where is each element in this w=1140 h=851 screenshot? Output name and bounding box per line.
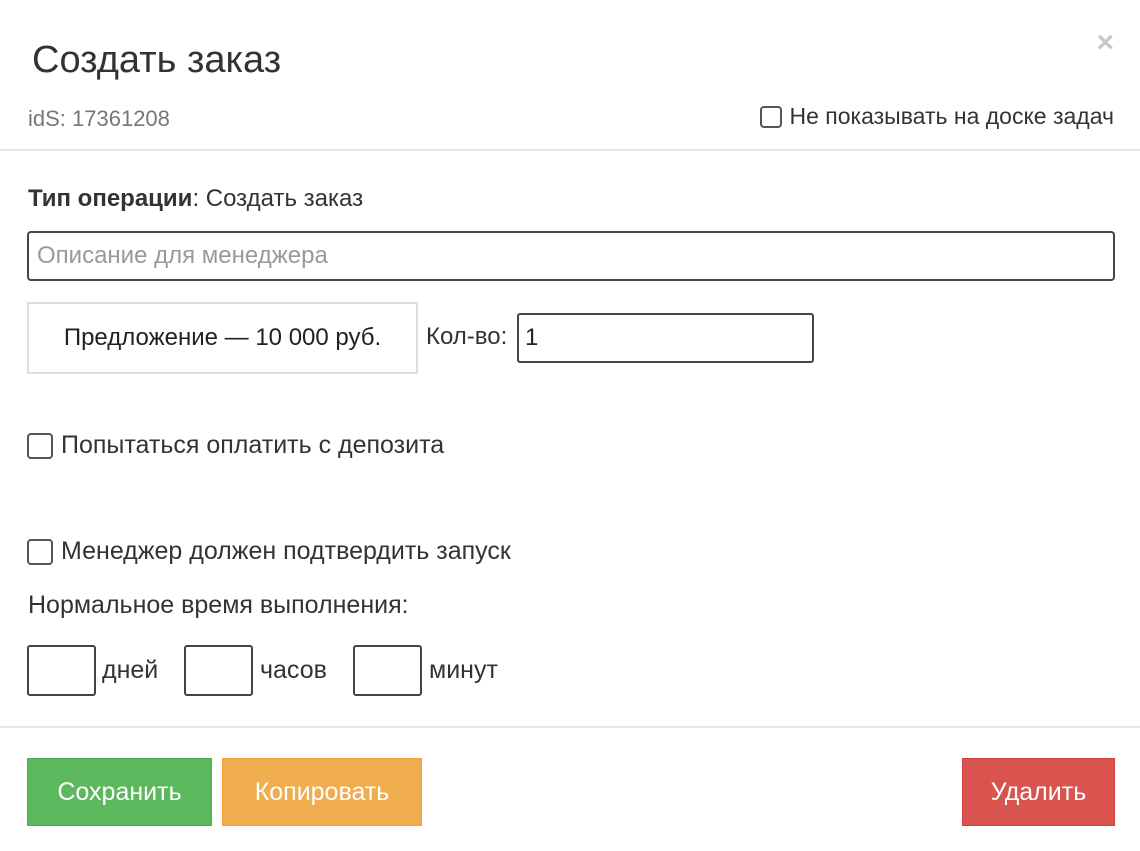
normal-time-label: Нормальное время выполнения: <box>28 591 409 619</box>
pay-from-deposit-checkbox[interactable] <box>27 432 53 459</box>
operation-type-label: Тип операции <box>28 185 193 212</box>
pay-from-deposit-option[interactable]: Попытаться оплатить с депозита <box>27 431 444 460</box>
minutes-label: минут <box>429 656 498 684</box>
hide-from-board-checkbox[interactable] <box>759 105 782 128</box>
modal-body: Тип операции: Создать заказ Предложение … <box>0 151 1140 728</box>
operation-type: Тип операции: Создать заказ <box>28 185 363 213</box>
manager-confirm-option[interactable]: Менеджер должен подтвердить запуск <box>27 537 511 566</box>
ids-label: idS: 17361208 <box>28 106 170 131</box>
operation-type-value: : Создать заказ <box>192 185 364 212</box>
minutes-input[interactable] <box>353 645 422 696</box>
pay-from-deposit-label: Попытаться оплатить с депозита <box>61 431 445 459</box>
modal-footer: Сохранить Копировать Удалить <box>0 728 1140 851</box>
days-label: дней <box>102 656 159 684</box>
offer-box[interactable]: Предложение — 10 000 руб. <box>27 302 418 374</box>
manager-confirm-label: Менеджер должен подтвердить запуск <box>61 537 511 565</box>
save-button[interactable]: Сохранить <box>27 758 212 826</box>
manager-description-input[interactable] <box>27 231 1115 281</box>
manager-confirm-checkbox[interactable] <box>27 538 53 565</box>
delete-button[interactable]: Удалить <box>962 758 1115 826</box>
create-order-modal: Создать заказ × idS: 17361208 Не показыв… <box>0 0 1140 851</box>
modal-header: Создать заказ × idS: 17361208 Не показыв… <box>0 0 1140 151</box>
copy-button[interactable]: Копировать <box>222 758 422 826</box>
quantity-label: Кол-во: <box>426 323 508 350</box>
days-input[interactable] <box>27 645 96 696</box>
hours-input[interactable] <box>184 645 253 696</box>
hide-from-board-option[interactable]: Не показывать на доске задач <box>759 103 1115 130</box>
quantity-input[interactable] <box>517 313 814 363</box>
hours-label: часов <box>260 656 327 684</box>
hide-from-board-label: Не показывать на доске задач <box>789 103 1115 129</box>
modal-title: Создать заказ <box>32 39 282 81</box>
close-icon[interactable]: × <box>1096 28 1114 58</box>
